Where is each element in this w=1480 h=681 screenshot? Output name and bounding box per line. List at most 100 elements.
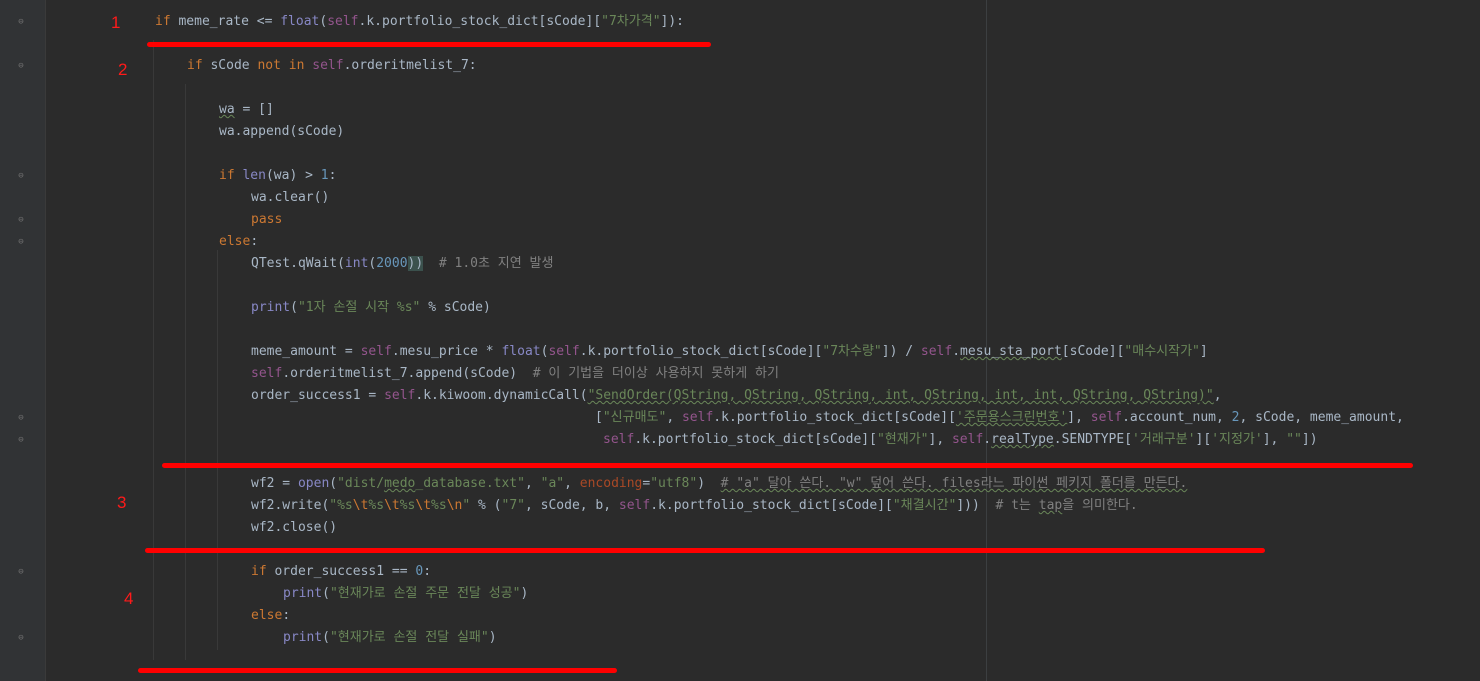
string-literal: "utf8" <box>650 476 698 491</box>
kw-not-in: not in <box>257 58 313 73</box>
attribute-realtype: realType <box>991 432 1054 447</box>
code-line-1[interactable]: if meme_rate <= float(self.k.portfolio_s… <box>155 12 684 32</box>
string-literal: "7" <box>501 498 525 513</box>
escape-sequence: \t <box>415 498 432 513</box>
string-literal: "채결시간" <box>892 498 957 513</box>
fold-icon[interactable]: ⊖ <box>17 18 25 27</box>
self-keyword: self <box>327 14 359 29</box>
code-line-19[interactable]: if order_success1 == 0: <box>251 562 431 582</box>
code-line-4[interactable]: wa.append(sCode) <box>219 122 344 142</box>
code-line-22[interactable]: print("현재가로 손절 전달 실패") <box>283 628 497 648</box>
fold-icon[interactable]: ⊖ <box>17 172 25 181</box>
code-text: ( <box>290 300 298 315</box>
code-line-14[interactable]: ["신규매도", self.k.portfolio_stock_dict[sCo… <box>595 408 1404 428</box>
variable-wa: wa <box>219 102 235 117</box>
code-line-18[interactable]: wf2.close() <box>251 518 337 538</box>
fold-icon[interactable]: ⊖ <box>17 216 25 225</box>
comment: # 1.0초 지연 발생 <box>423 256 554 271</box>
code-line-8[interactable]: else: <box>219 232 258 252</box>
string-literal: "1자 손절 시작 %s" <box>297 300 421 315</box>
string-literal: %s <box>399 498 416 513</box>
code-text: ] <box>1199 344 1208 359</box>
comment: # "a" 달아 쓴다. "w" 덮어 쓴다. files라느 파이썬 페키지 … <box>720 476 1188 491</box>
code-text: .k.portfolio_stock_dict[sCode][ <box>713 410 956 425</box>
builtin-print: print <box>251 300 291 315</box>
self-keyword: self <box>548 344 580 359</box>
comment: # 이 기법을 더이상 사용하지 못하게 하기 <box>517 366 779 381</box>
builtin-open: open <box>297 476 330 491</box>
string-literal: %s <box>431 498 447 513</box>
code-line-20[interactable]: print("현재가로 손절 주문 전달 성공") <box>283 584 528 604</box>
annotation-number-2: 2 <box>118 60 128 79</box>
string-literal: "현재가로 손절 주문 전달 성공" <box>329 586 521 601</box>
code-line-9[interactable]: QTest.qWait(int(2000)) # 1.0초 지연 발생 <box>251 254 553 274</box>
code-line-11[interactable]: meme_amount = self.mesu_price * float(se… <box>251 342 1208 362</box>
code-text: , <box>666 410 682 425</box>
fold-icon[interactable]: ⊖ <box>17 436 25 445</box>
code-text: ( <box>322 586 330 601</box>
fold-icon[interactable]: ⊖ <box>17 62 25 71</box>
code-text: wf2.close() <box>251 520 338 535</box>
number-literal: 2000 <box>376 256 408 271</box>
escape-sequence: \n <box>446 498 463 513</box>
string-literal: "dist/ <box>337 476 385 491</box>
code-text: , <box>1213 388 1222 403</box>
code-text: ) <box>697 476 721 491</box>
code-line-16[interactable]: wf2 = open("dist/medo_database.txt", "a"… <box>251 474 1187 494</box>
self-keyword: self <box>618 498 651 513</box>
code-text: , sCode, meme_amount, <box>1239 410 1404 425</box>
kw-if: if <box>187 58 211 73</box>
gutter-separator <box>45 0 46 681</box>
code-line-6[interactable]: wa.clear() <box>251 188 329 208</box>
code-text: .account_num, <box>1122 410 1232 425</box>
code-text: wa.clear() <box>251 190 330 205</box>
code-text: QTest.qWait( <box>251 256 345 271</box>
code-line-3[interactable]: wa = [] <box>219 100 274 120</box>
code-text: (wa) > <box>265 168 321 183</box>
code-text: [sCode][ <box>1061 344 1125 359</box>
code-text: : <box>250 234 259 249</box>
code-text: ], <box>1262 432 1287 447</box>
builtin-print: print <box>283 586 323 601</box>
kw-pass: pass <box>251 212 283 227</box>
escape-sequence: \t <box>384 498 400 513</box>
code-line-21[interactable]: else: <box>251 606 290 626</box>
annotation-number-1: 1 <box>111 13 121 32</box>
code-text: order_success1 == <box>274 564 416 579</box>
right-margin-guide <box>986 0 987 681</box>
code-text: .k.kiwoom.dynamicCall( <box>415 388 588 403</box>
code-line-17[interactable]: wf2.write("%s\t%s\t%s\t%s\n" % ("7", sCo… <box>251 496 1138 516</box>
escape-sequence: \t <box>352 498 369 513</box>
string-literal: "a" <box>540 476 565 491</box>
kw-if: if <box>155 14 179 29</box>
code-text: ) <box>520 586 529 601</box>
builtin-print: print <box>283 630 323 645</box>
self-keyword: self <box>251 366 283 381</box>
comment: tap <box>1038 498 1063 513</box>
code-line-12[interactable]: self.orderitmelist_7.append(sCode) # 이 기… <box>251 364 779 384</box>
self-keyword: self <box>384 388 416 403</box>
code-line-7[interactable]: pass <box>251 210 282 230</box>
code-line-15[interactable]: self.k.portfolio_stock_dict[sCode]["현재가"… <box>603 430 1318 450</box>
code-line-10[interactable]: print("1자 손절 시작 %s" % sCode) <box>251 298 491 318</box>
fold-icon[interactable]: ⊖ <box>17 634 25 643</box>
code-text: % ( <box>470 498 502 513</box>
code-text: sCode <box>210 58 258 73</box>
code-text: [ <box>595 410 603 425</box>
builtin-len: len <box>242 168 266 183</box>
fold-icon[interactable]: ⊖ <box>17 568 25 577</box>
code-text: order_success1 = <box>251 388 385 403</box>
code-text: = [] <box>234 102 274 117</box>
code-line-2[interactable]: if sCode not in self.orderitmelist_7: <box>187 56 477 76</box>
fold-icon[interactable]: ⊖ <box>17 414 25 423</box>
fold-icon[interactable]: ⊖ <box>17 238 25 247</box>
string-literal: medo <box>384 476 416 491</box>
code-text: % sCode) <box>420 300 491 315</box>
code-text: .mesu_price * <box>391 344 502 359</box>
code-text: .SENDTYPE[ <box>1053 432 1133 447</box>
code-line-13[interactable]: order_success1 = self.k.kiwoom.dynamicCa… <box>251 386 1222 406</box>
code-line-5[interactable]: if len(wa) > 1: <box>219 166 336 186</box>
self-keyword: self <box>1090 410 1123 425</box>
red-underline-annotation <box>147 42 711 47</box>
code-text: : <box>423 564 432 579</box>
